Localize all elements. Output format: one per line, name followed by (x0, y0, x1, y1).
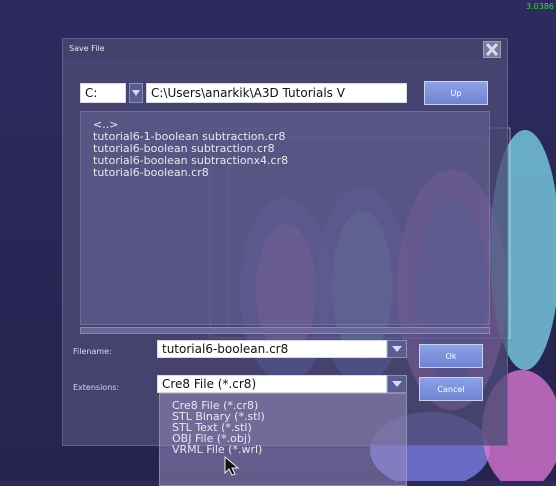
dialog-titlebar[interactable]: Save File (63, 39, 507, 60)
filename-input[interactable]: tutorial6-boolean.cr8 (157, 340, 387, 358)
fps-counter: 3.0386 (526, 2, 554, 11)
filename-label: Filename: (73, 347, 112, 356)
extensions-label: Extensions: (73, 383, 120, 392)
ok-button[interactable]: Ok (419, 344, 483, 368)
dropdown-option[interactable]: VRML File (*.wrl) (172, 444, 394, 455)
cancel-button[interactable]: Cancel (419, 377, 483, 401)
chevron-down-icon (392, 346, 402, 352)
file-list[interactable]: <..> tutorial6-1-boolean subtraction.cr8… (80, 111, 490, 325)
up-button[interactable]: Up (424, 81, 488, 105)
horizontal-scrollbar[interactable] (80, 327, 490, 334)
list-item[interactable]: tutorial6-boolean.cr8 (93, 167, 477, 179)
mouse-cursor-icon (224, 455, 240, 476)
extensions-dropdown-button[interactable] (387, 375, 407, 393)
chevron-down-icon (132, 90, 140, 96)
save-file-dialog: Save File C: C:\Users\anarkik\A3D Tutori… (62, 38, 508, 486)
extensions-select[interactable]: Cre8 File (*.cr8) (157, 375, 387, 393)
drive-dropdown-button[interactable] (129, 83, 143, 103)
dialog-title: Save File (69, 44, 105, 53)
drive-select[interactable]: C: (80, 83, 126, 103)
filename-dropdown-button[interactable] (387, 340, 407, 358)
chevron-down-icon (392, 381, 402, 387)
extensions-dropdown-list[interactable]: Cre8 File (*.cr8) STL Binary (*.stl) STL… (159, 393, 407, 486)
close-icon (485, 42, 499, 57)
close-button[interactable] (483, 41, 501, 58)
path-field[interactable]: C:\Users\anarkik\A3D Tutorials V (146, 83, 407, 103)
